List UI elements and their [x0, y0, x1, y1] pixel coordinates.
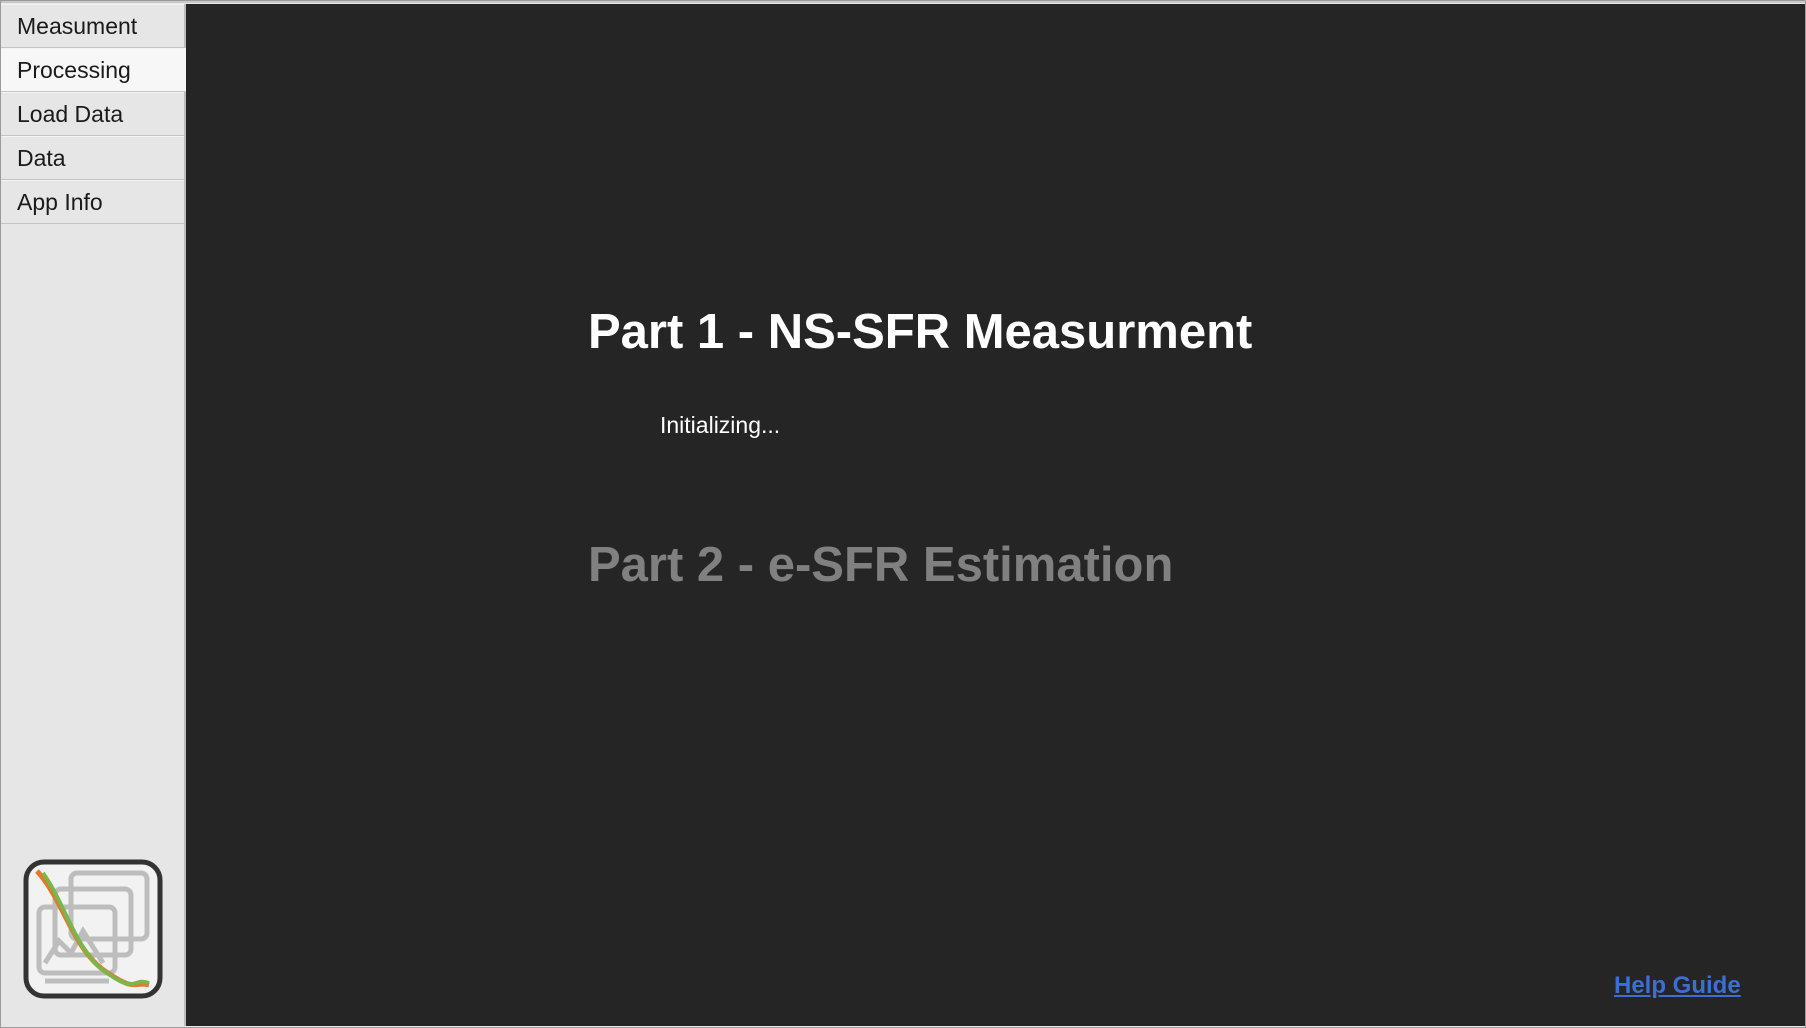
sidebar: Measument Processing Load Data Data App … [1, 4, 186, 1026]
tab-app-info[interactable]: App Info [1, 180, 184, 224]
status-text: Initializing... [660, 412, 781, 438]
help-guide-link[interactable]: Help Guide [1614, 972, 1741, 1000]
tab-data[interactable]: Data [1, 136, 184, 180]
tab-label: Processing [17, 57, 131, 83]
app-logo-icon [23, 859, 163, 999]
part2-title: Part 2 - e-SFR Estimation [588, 538, 1174, 592]
tab-label: Measument [17, 13, 138, 39]
window-top-border [1, 1, 1805, 3]
tab-label: Data [17, 145, 66, 171]
tab-label: Load Data [17, 101, 124, 127]
part1-title: Part 1 - NS-SFR Measurment [588, 305, 1253, 359]
tab-load-data[interactable]: Load Data [1, 92, 184, 136]
tab-label: App Info [17, 189, 103, 215]
tab-measument[interactable]: Measument [1, 4, 184, 48]
tab-processing[interactable]: Processing [1, 48, 186, 92]
main-panel: Part 1 - NS-SFR Measurment Initializing.… [186, 4, 1805, 1026]
app-window: Measument Processing Load Data Data App … [0, 0, 1806, 1028]
